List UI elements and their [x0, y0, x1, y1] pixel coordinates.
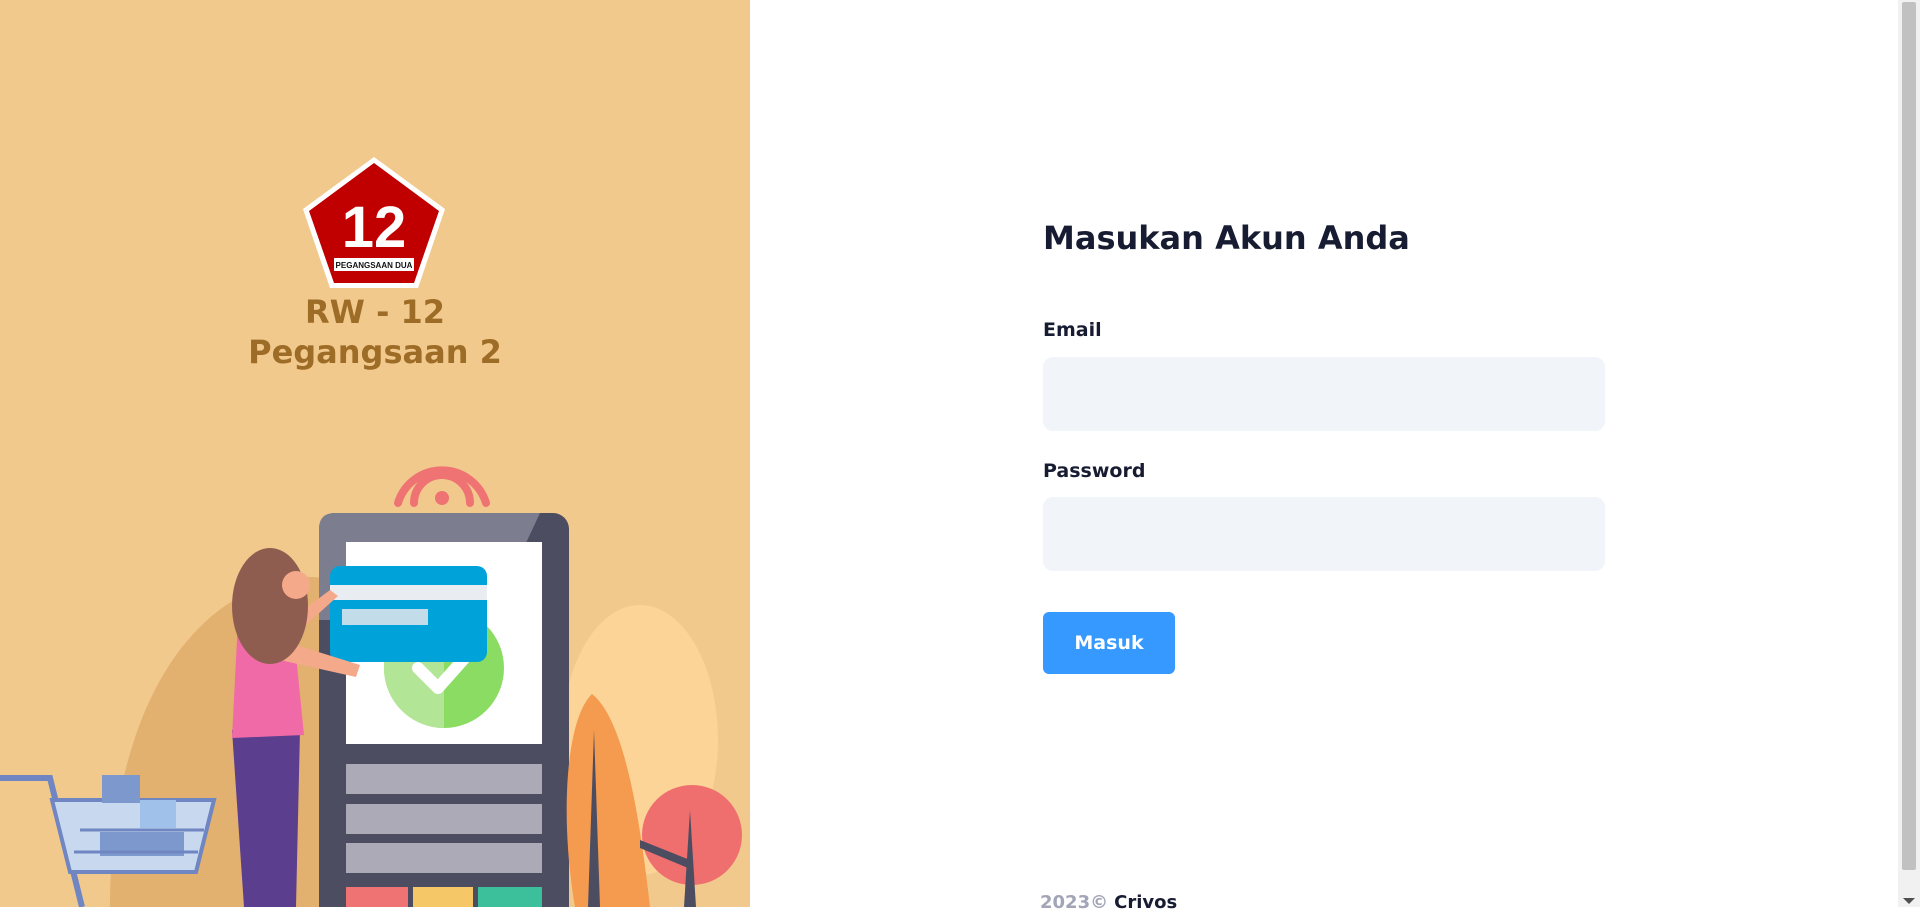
brand-title-line1: RW - 12 — [304, 293, 446, 331]
terminal-key-red — [346, 887, 408, 907]
page-title: Masukan Akun Anda — [1043, 219, 1410, 257]
wifi-dot — [435, 491, 449, 505]
login-panel: Masukan Akun Anda Email Password Masuk — [750, 0, 1898, 907]
payment-illustration — [0, 466, 742, 907]
password-label: Password — [1043, 460, 1146, 482]
footer-owner-link[interactable]: Crivos — [1114, 892, 1177, 913]
terminal-key-row-1 — [346, 764, 542, 794]
email-label: Email — [1043, 319, 1102, 341]
brand-title: RW - 12 Pegangsaan 2 — [0, 292, 750, 372]
password-field[interactable] — [1043, 497, 1605, 571]
login-form: Masukan Akun Anda Email Password Masuk — [1043, 218, 1605, 674]
rw-logo: 12 PEGANGSAAN DUA — [303, 157, 445, 288]
scroll-down-arrow-icon[interactable] — [1903, 898, 1915, 904]
logo-caption: PEGANGSAAN DUA — [336, 261, 413, 270]
login-button[interactable]: Masuk — [1043, 612, 1175, 674]
woman-hair — [232, 548, 308, 664]
logo-number: 12 — [342, 195, 407, 260]
terminal-key-green — [478, 887, 542, 907]
card-stripe — [330, 585, 487, 600]
vertical-scrollbar[interactable] — [1898, 0, 1920, 907]
woman-face — [282, 571, 310, 599]
terminal-key-row-3 — [346, 843, 542, 873]
scrollbar-thumb[interactable] — [1902, 2, 1916, 870]
card-number — [342, 609, 428, 625]
terminal-key-row-2 — [346, 804, 542, 834]
footer-year: 2023© — [1040, 892, 1109, 913]
brand-title-line2: Pegangsaan 2 — [248, 333, 502, 371]
terminal-key-yellow — [413, 887, 473, 907]
footer: 2023© Crivos — [1040, 892, 1177, 913]
brand-panel: 12 PEGANGSAAN DUA RW - 12 Pegangsaan 2 — [0, 0, 750, 907]
email-field[interactable] — [1043, 357, 1605, 431]
